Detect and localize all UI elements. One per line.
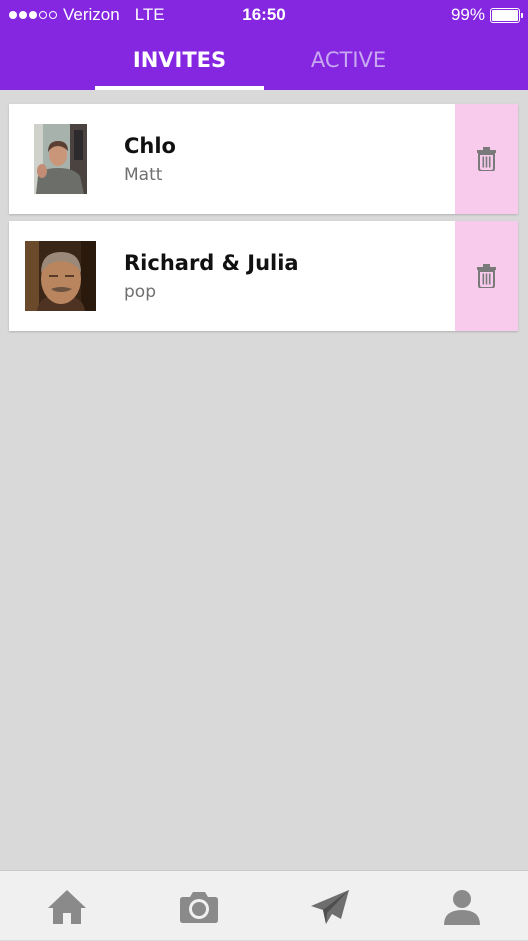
battery-fill — [492, 9, 518, 21]
trash-icon — [477, 147, 496, 171]
battery-percent: 99% — [450, 5, 485, 24]
tab-active-label: ACTIVE — [310, 48, 387, 72]
status-right: 99% — [450, 5, 523, 25]
invite-subtitle: pop — [124, 282, 156, 302]
status-bar: Verizon LTE 16:50 99% — [0, 0, 528, 30]
user-icon — [444, 890, 480, 925]
battery-icon — [490, 7, 523, 23]
camera-icon — [180, 892, 218, 923]
home-icon — [48, 890, 86, 924]
avatar — [25, 241, 96, 311]
nav-camera-button[interactable] — [159, 871, 239, 941]
battery-cap — [521, 12, 523, 18]
invite-card[interactable]: Chlo Matt — [9, 104, 518, 214]
nav-send-button[interactable] — [290, 871, 370, 941]
invite-name: Chlo — [124, 134, 176, 158]
tab-active[interactable]: ACTIVE — [264, 44, 433, 90]
bottom-nav — [0, 870, 528, 940]
delete-button[interactable] — [455, 104, 518, 214]
invite-card[interactable]: Richard & Julia pop — [9, 221, 518, 331]
invite-name: Richard & Julia — [124, 251, 299, 275]
header: Verizon LTE 16:50 99% INVITES ACTIVE — [0, 0, 528, 90]
nav-home-button[interactable] — [27, 871, 107, 941]
paper-plane-icon — [311, 890, 349, 924]
tab-invites[interactable]: INVITES — [95, 44, 264, 90]
invite-subtitle: Matt — [124, 165, 163, 185]
avatar — [34, 124, 87, 194]
tab-invites-label: INVITES — [132, 48, 227, 72]
delete-button[interactable] — [455, 221, 518, 331]
status-time: 16:50 — [242, 5, 286, 24]
trash-icon — [477, 264, 496, 288]
nav-profile-button[interactable] — [422, 871, 502, 941]
tab-selected-indicator — [95, 86, 264, 90]
